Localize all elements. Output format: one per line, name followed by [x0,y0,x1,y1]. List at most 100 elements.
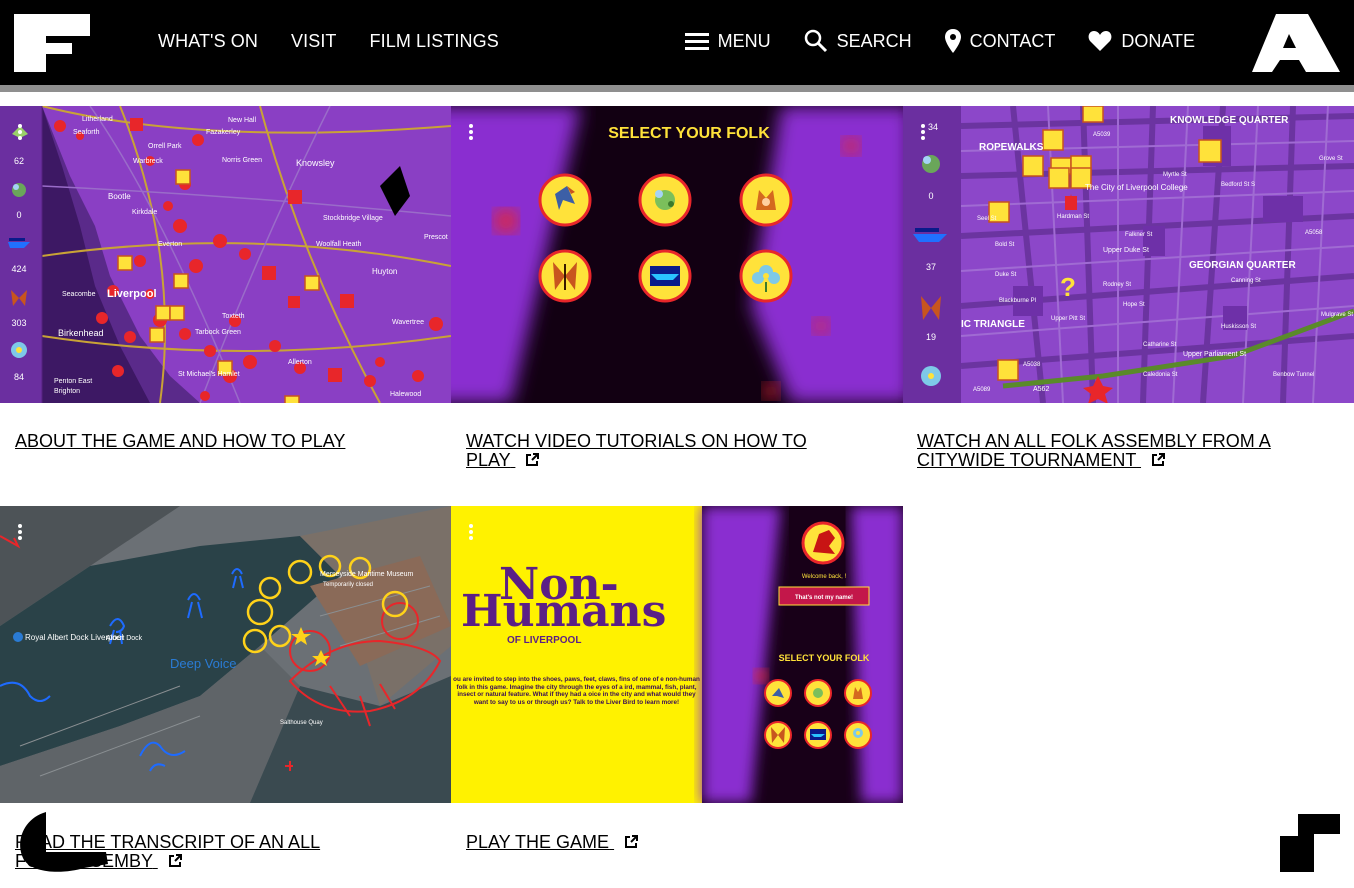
map-label-brighton: Brighton [54,388,80,395]
albert-dock-aerial-image: Royal Albert Dock Liverpool Albert Dock … [0,506,451,803]
label-albert-dock: Albert Dock [106,635,143,642]
site-header: WHAT'S ON VISIT FILM LISTINGS MENU SEARC… [0,0,1354,85]
deep-voice-annotation: Deep Voice [170,656,237,671]
map-label-norris-green: Norris Green [222,157,262,164]
map-label-a5058: A5058 [1305,230,1323,236]
map-label-a5089: A5089 [973,387,991,393]
contact-label: CONTACT [969,30,1056,51]
map-label-everton: Everton [158,241,182,248]
map-label-hardman: Hardman St [1057,214,1089,220]
heart-icon [1088,31,1112,51]
count-bird: 62 [14,156,24,166]
tile-about-game-thumbnail[interactable]: Litherland Seaforth New Hall Fazakerley … [0,106,451,403]
map-label-bootle: Bootle [108,192,131,201]
count-frog: 0 [16,210,21,220]
caption-play-game-text: PLAY THE GAME [466,832,610,852]
map-label-a5039: A5039 [1093,132,1111,138]
map-label-litherland: Litherland [82,116,113,123]
contact-button[interactable]: CONTACT [944,29,1056,53]
game-title-line3: OF LIVERPOOL [507,635,581,646]
caption-all-folk-assembly-text: WATCH AN ALL FOLK ASSEMBLY FROM A CITYWI… [917,431,1271,470]
map-label-caledonia: Caledonia St [1143,372,1178,378]
map-label-canning: Canning St [1231,278,1261,284]
caption-all-folk-assembly[interactable]: WATCH AN ALL FOLK ASSEMBLY FROM A CITYWI… [917,432,1297,470]
nav-visit[interactable]: VISIT [291,31,337,52]
map-label-a562: A562 [1033,386,1049,393]
caption-play-game[interactable]: PLAY THE GAME [466,833,846,852]
count-bird: 34 [928,122,938,132]
game-intro-text: ou are invited to step into the shoes, p… [453,676,700,706]
map-label-stockbridge: Stockbridge Village [323,215,383,222]
map-label-duke: Duke St [995,272,1017,278]
external-link-icon [625,835,639,848]
search-icon [804,29,827,53]
donate-button[interactable]: DONATE [1088,30,1195,52]
map-label-new-hall: New Hall [228,117,256,124]
map-label-seacombe: Seacombe [62,291,96,298]
header-divider [0,85,1354,92]
map-label-huskisson: Huskisson St [1221,324,1256,330]
donate-label: DONATE [1121,30,1195,51]
tile-menu-dots-icon[interactable] [921,124,925,140]
caption-about-game[interactable]: ABOUT THE GAME AND HOW TO PLAY [15,432,435,451]
label-maritime-museum: Merseyside Maritime Museum [320,571,414,578]
city-centre-map-image: ? KNOWLEDGE QUARTER ROPEWALKS GEORGIAN Q… [903,106,1354,403]
nav-film-listings[interactable]: FILM LISTINGS [370,31,499,52]
map-label-upper-parliament: Upper Parliament St [1183,351,1246,358]
map-label-bold: Bold St [995,242,1015,248]
not-my-name-button: That's not my name! [795,595,853,601]
search-label: SEARCH [836,30,912,51]
count-plant: 84 [14,372,24,382]
count-fish: 37 [926,262,936,272]
welcome-back-text: Welcome back, ! [802,574,847,580]
label-salthouse-quay: Salthouse Quay [280,720,323,726]
menu-button[interactable]: MENU [684,31,771,52]
caption-about-game-text: ABOUT THE GAME AND HOW TO PLAY [15,431,346,451]
tile-menu-dots-icon[interactable] [469,124,473,140]
map-label-blackburne: Blackburne Pl [999,298,1036,304]
map-label-upper-duke: Upper Duke St [1103,247,1149,254]
primary-nav: WHAT'S ON VISIT FILM LISTINGS [158,31,499,52]
map-label-grove: Grove St [1319,156,1343,162]
map-label-toxteth: Tarbock Green [195,329,241,336]
map-label-orrell-park: Orrell Park [148,143,182,150]
deep-voice-text: Deep Voice [170,656,237,671]
map-label-penton-east: Penton East [54,378,92,385]
map-label-allerton: Allerton [288,359,312,366]
utility-nav: MENU SEARCH CONTACT DONATE [652,29,1195,53]
count-fish: 424 [11,264,26,274]
map-label-wavertree: Toxteth [222,313,245,320]
tile-video-tutorials-thumbnail[interactable]: SELECT YOUR FOLK [451,106,903,403]
map-label-falkner: Falkner St [1125,232,1153,238]
tile-menu-dots-icon[interactable] [469,524,473,540]
map-label-seel: Seel St [977,216,997,222]
location-pin-icon [944,29,961,53]
count-frog: 0 [928,191,933,201]
partner-logo-icon[interactable] [1252,14,1340,72]
brand-swoosh-shape [20,812,108,872]
map-label-mulgrave: Mulgrave St [1321,312,1353,318]
fact-logo-icon[interactable] [14,14,90,72]
brand-corner-shape [1280,814,1340,872]
tile-assembly-thumbnail[interactable]: ? KNOWLEDGE QUARTER ROPEWALKS GEORGIAN Q… [903,106,1354,403]
map-label-rodney: Rodney St [1103,282,1131,288]
tile-menu-dots-icon[interactable] [18,524,22,540]
map-label-catharine: Catharine St [1143,342,1177,348]
game-start-screen-image: Non- Humans OF LIVERPOOL ou are invited … [451,506,903,803]
map-label-prescot: Prescot [424,234,448,241]
tile-play-game-thumbnail[interactable]: Non- Humans OF LIVERPOOL ou are invited … [451,506,903,803]
select-folk-title: SELECT YOUR FOLK [608,125,770,142]
search-button[interactable]: SEARCH [804,29,912,53]
map-label-benbow: Benbow Tunnel [1273,372,1314,378]
liverpool-map-image: Litherland Seaforth New Hall Fazakerley … [0,106,451,403]
map-label-georgian-quarter: GEORGIAN QUARTER [1189,260,1296,271]
count-butterfly: 19 [926,332,936,342]
map-label-knowsley: Knowsley [296,158,335,168]
tile-transcript-thumbnail[interactable]: Royal Albert Dock Liverpool Albert Dock … [0,506,451,803]
map-label-hope: Hope St [1123,302,1145,308]
external-link-icon [1152,453,1166,466]
caption-video-tutorials[interactable]: WATCH VIDEO TUTORIALS ON HOW TO PLAY [466,432,846,470]
tile-menu-dots-icon[interactable] [18,124,22,140]
nav-whats-on[interactable]: WHAT'S ON [158,31,258,52]
game-title-line2: Humans [461,586,666,637]
